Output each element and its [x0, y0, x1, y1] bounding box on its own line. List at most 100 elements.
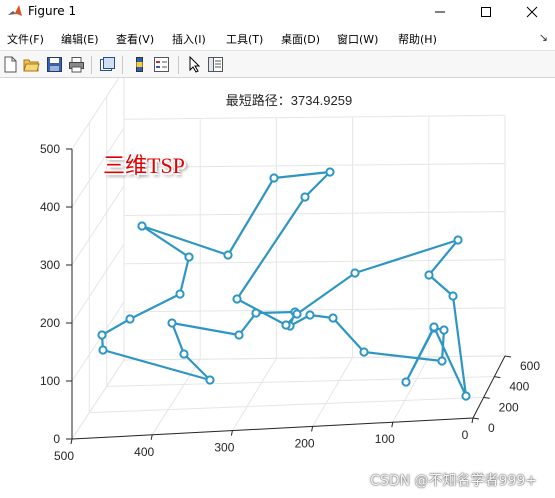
- plot-title: 最短路径：3734.9259: [226, 93, 352, 108]
- z-tick-label: 300: [40, 258, 60, 272]
- grid-line: [71, 301, 125, 382]
- city-marker: [448, 291, 458, 301]
- x-tick-mark: [391, 422, 394, 428]
- x-tick-label: 500: [54, 449, 74, 463]
- y-tick-label: 200: [499, 400, 519, 414]
- z-tick-label: 400: [40, 200, 60, 214]
- y-tick-mark: [483, 396, 490, 399]
- grid-line: [89, 396, 484, 414]
- menu-help[interactable]: 帮助(H): [398, 31, 437, 47]
- city-marker: [401, 377, 411, 387]
- y-tick-label: 0: [488, 421, 495, 435]
- city-marker: [167, 318, 177, 328]
- city-marker: [98, 345, 108, 355]
- grid-line: [312, 357, 354, 427]
- toolbar: [0, 50, 555, 78]
- new-figure-icon[interactable]: [2, 56, 19, 73]
- grid-line: [71, 359, 125, 440]
- city-marker: [424, 270, 434, 280]
- toolbar-separator: [178, 56, 179, 74]
- city-marker: [175, 289, 185, 299]
- y-tick-label: 600: [520, 359, 540, 373]
- y-tick-mark: [472, 417, 480, 420]
- grid-line: [123, 114, 506, 120]
- grid-line: [123, 211, 506, 217]
- city-marker: [461, 391, 471, 401]
- city-marker: [292, 309, 302, 319]
- grid-line: [123, 307, 506, 313]
- grid-line: [392, 356, 430, 423]
- minimize-button[interactable]: [417, 0, 463, 24]
- tsp-3d-plot[interactable]: 500 400 300 200 100 0 0 200 400 600 0 100 200 300 400 5…: [0, 78, 555, 498]
- menu-window[interactable]: 窗口(W): [337, 31, 378, 47]
- open-icon[interactable]: [23, 56, 40, 73]
- grid-line: [106, 376, 495, 387]
- city-marker: [305, 310, 315, 320]
- minimize-icon: [435, 11, 445, 13]
- grid-line: [71, 243, 125, 324]
- insert-colorbar-icon[interactable]: [131, 56, 148, 73]
- menu-tools[interactable]: 工具(T): [226, 31, 263, 47]
- grid-line: [231, 358, 277, 431]
- x-tick-mark: [471, 417, 474, 424]
- edit-plot-icon[interactable]: [186, 56, 203, 73]
- city-marker: [281, 320, 291, 330]
- city-marker: [179, 349, 189, 359]
- city-marker: [97, 330, 107, 340]
- grid-line: [71, 185, 125, 266]
- city-marker: [300, 192, 310, 202]
- x-tick-label: 100: [375, 432, 395, 446]
- menu-desktop[interactable]: 桌面(D): [281, 31, 320, 47]
- figure-canvas: 500 400 300 200 100 0 0 200 400 600 0 100 200 300 400 5…: [0, 78, 555, 498]
- city-marker: [125, 314, 135, 324]
- maximize-button[interactable]: [463, 0, 509, 24]
- city-marker: [439, 325, 449, 335]
- menu-view[interactable]: 查看(V): [116, 31, 154, 47]
- city-marker: [205, 375, 215, 385]
- save-icon[interactable]: [46, 56, 63, 73]
- city-marker: [453, 235, 463, 245]
- grid-line: [71, 78, 120, 150]
- x-tick-label: 0: [462, 428, 469, 442]
- z-tick-label: 100: [40, 374, 60, 388]
- y-tick-label: 400: [509, 380, 529, 394]
- city-marker: [437, 356, 447, 366]
- z-tick-label: 0: [53, 432, 60, 446]
- menu-file[interactable]: 文件(F): [7, 31, 44, 47]
- x-axis-line: [71, 417, 474, 440]
- print-icon[interactable]: [68, 56, 85, 73]
- city-marker: [325, 167, 335, 177]
- link-plot-icon[interactable]: [99, 56, 116, 73]
- x-tick-mark: [150, 434, 153, 440]
- x-tick-mark: [230, 430, 233, 436]
- city-marker: [350, 268, 360, 278]
- city-marker: [184, 252, 194, 262]
- city-marker: [234, 330, 244, 340]
- window-title: Figure 1: [28, 4, 77, 18]
- z-tick-label: 500: [40, 142, 60, 156]
- toolbar-separator: [91, 56, 92, 74]
- city-marker: [223, 250, 233, 260]
- watermark-text: CSDN @不知名学者999+: [370, 473, 537, 489]
- menu-insert[interactable]: 插入(I): [172, 31, 206, 47]
- menu-bar: 文件(F) 编辑(E) 查看(V) 插入(I) 工具(T) 桌面(D) 窗口(W…: [0, 24, 555, 50]
- city-marker: [251, 308, 261, 318]
- city-marker: [232, 294, 242, 304]
- insert-legend-icon[interactable]: [153, 56, 170, 73]
- city-marker: [137, 221, 147, 231]
- x-tick-mark: [311, 426, 314, 432]
- x-tick-label: 200: [295, 436, 315, 450]
- city-marker: [429, 322, 439, 332]
- x-tick-label: 300: [214, 441, 234, 455]
- z-tick-label: 200: [40, 316, 60, 330]
- menu-overflow-arrow-icon[interactable]: ↘: [539, 31, 548, 44]
- x-tick-mark: [70, 438, 73, 445]
- title-bar: Figure 1: [0, 0, 555, 24]
- menu-edit[interactable]: 编辑(E): [61, 31, 99, 47]
- close-icon: [526, 6, 538, 18]
- maximize-icon: [481, 7, 491, 17]
- toolbar-separator: [122, 56, 123, 74]
- tsp-route-line: [100, 170, 468, 398]
- property-inspector-icon[interactable]: [207, 56, 224, 73]
- close-button[interactable]: [509, 0, 555, 24]
